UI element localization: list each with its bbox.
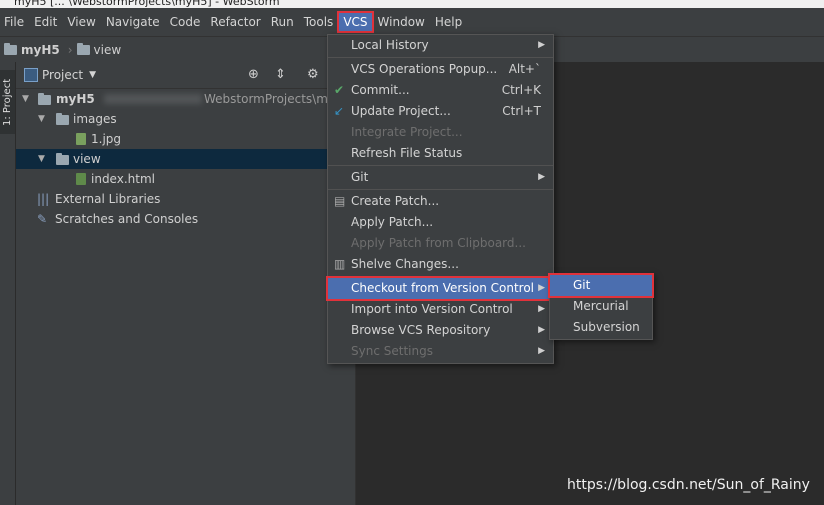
left-tool-stripe: 1: Project [0, 62, 16, 505]
checkmark-icon: ✔ [334, 83, 345, 97]
menu-separator [328, 189, 553, 190]
patch-icon: ▤ [334, 194, 346, 208]
window-title-bar: myH5 [... \WebstormProjects\myH5] - WebS… [0, 0, 824, 8]
breadcrumb-project[interactable]: myH5 [4, 42, 60, 57]
chevron-right-icon: › [67, 42, 73, 57]
menu-create-patch[interactable]: ▤ Create Patch... [328, 191, 553, 212]
folder-icon [38, 93, 51, 105]
html-file-icon [76, 173, 86, 185]
menu-view[interactable]: View [63, 13, 99, 31]
tree-item-1jpg[interactable]: 1.jpg [16, 129, 355, 149]
menu-window[interactable]: Window [374, 13, 429, 31]
submenu-mercurial[interactable]: Mercurial [550, 296, 652, 317]
menu-import-into-vcs[interactable]: Import into Version Control ▶ [328, 299, 553, 320]
menu-help[interactable]: Help [431, 13, 466, 31]
menu-update-project[interactable]: ↙ Update Project... Ctrl+T [328, 101, 553, 122]
update-arrow-icon: ↙ [334, 104, 345, 118]
menu-refresh-file-status[interactable]: Refresh File Status [328, 143, 553, 164]
chevron-down-icon: ▼ [89, 70, 96, 80]
menu-separator [328, 57, 553, 58]
project-tree: ▼ myH5 WebstormProjects\myH5 ▼ images 1.… [16, 89, 355, 229]
vcs-menu: Local History ▶ VCS Operations Popup... … [326, 34, 555, 364]
menu-checkout-from-vcs[interactable]: Checkout from Version Control ▶ [326, 276, 555, 301]
breadcrumb-view[interactable]: view [76, 42, 121, 57]
menu-integrate-project: Integrate Project... [351, 125, 463, 139]
folder-icon [4, 42, 17, 55]
project-view-selector[interactable]: Project ▼ [42, 68, 96, 82]
image-file-icon [76, 133, 86, 145]
tree-item-external-libraries[interactable]: ||| External Libraries [16, 189, 355, 209]
window-title: myH5 [... \WebstormProjects\myH5] - WebS… [14, 0, 280, 8]
submenu-arrow-icon: ▶ [538, 283, 545, 293]
menu-git[interactable]: Git ▶ [328, 167, 553, 188]
menu-bar: File Edit View Navigate Code Refactor Ru… [0, 8, 824, 37]
submenu-arrow-icon: ▶ [538, 325, 545, 335]
locate-icon[interactable]: ⊕ [248, 67, 259, 82]
project-tool-tab[interactable]: 1: Project [0, 70, 15, 134]
checkout-submenu: Git Mercurial Subversion [548, 273, 654, 340]
collapse-all-icon[interactable]: ⇕ [275, 67, 286, 82]
gear-icon[interactable]: ⚙ [307, 67, 319, 82]
expand-arrow-icon[interactable]: ▼ [38, 149, 45, 169]
menu-local-history[interactable]: Local History ▶ [328, 35, 553, 56]
submenu-arrow-icon: ▶ [538, 40, 545, 50]
library-icon: ||| [37, 192, 50, 206]
project-panel: Project ▼ ⊕ ⇕ ⚙ ▼ myH5 WebstormProjects\… [16, 62, 355, 505]
redacted-path [104, 94, 202, 104]
menu-vcs-operations-popup[interactable]: VCS Operations Popup... Alt+` [328, 59, 553, 80]
menu-separator [328, 165, 553, 166]
shelve-icon: ▥ [334, 257, 346, 271]
menu-run[interactable]: Run [267, 13, 298, 31]
menu-sync-settings: Sync Settings ▶ [328, 341, 553, 362]
menu-shelve-changes[interactable]: ▥ Shelve Changes... [328, 254, 553, 275]
tree-item-root[interactable]: ▼ myH5 WebstormProjects\myH5 [16, 89, 355, 109]
submenu-arrow-icon: ▶ [538, 304, 545, 314]
menu-code[interactable]: Code [166, 13, 205, 31]
watermark: https://blog.csdn.net/Sun_of_Rainy [567, 477, 810, 493]
submenu-subversion[interactable]: Subversion [550, 317, 652, 338]
tree-item-index-html[interactable]: index.html [16, 169, 355, 189]
menu-browse-vcs-repository[interactable]: Browse VCS Repository ▶ [328, 320, 553, 341]
project-icon [24, 68, 38, 82]
tree-item-view[interactable]: ▼ view [16, 149, 355, 169]
tree-item-scratches[interactable]: ✎ Scratches and Consoles [16, 209, 355, 229]
submenu-git[interactable]: Git [548, 273, 654, 298]
menu-commit[interactable]: ✔ Commit... Ctrl+K [328, 80, 553, 101]
submenu-arrow-icon: ▶ [538, 346, 545, 356]
menu-vcs[interactable]: VCS [337, 11, 374, 33]
folder-icon [56, 153, 69, 165]
menu-navigate[interactable]: Navigate [102, 13, 164, 31]
menu-edit[interactable]: Edit [30, 13, 61, 31]
menu-apply-patch[interactable]: Apply Patch... [328, 212, 553, 233]
menu-apply-patch-clipboard: Apply Patch from Clipboard... [351, 236, 526, 250]
expand-arrow-icon[interactable]: ▼ [38, 109, 45, 129]
menu-separator [328, 276, 553, 277]
tree-item-images[interactable]: ▼ images [16, 109, 355, 129]
folder-icon [56, 113, 69, 125]
menu-refactor[interactable]: Refactor [206, 13, 264, 31]
menu-tools[interactable]: Tools [300, 13, 338, 31]
submenu-arrow-icon: ▶ [538, 172, 545, 182]
menu-file[interactable]: File [0, 13, 28, 31]
project-panel-header: Project ▼ ⊕ ⇕ ⚙ [16, 62, 355, 89]
folder-icon [76, 42, 90, 55]
scratches-icon: ✎ [37, 212, 48, 226]
expand-arrow-icon[interactable]: ▼ [22, 89, 29, 109]
